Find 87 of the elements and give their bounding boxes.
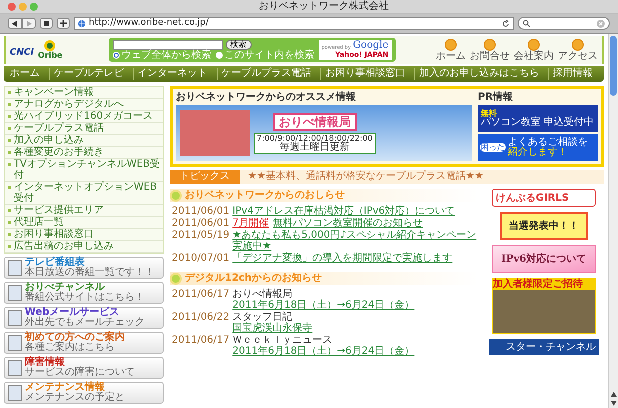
banner-schedule: 7:00/9:00/12:00/18:00/22:00 毎週土曜日更新 <box>254 132 376 154</box>
nav-link[interactable]: ケーブルプラス電話 <box>216 68 320 80</box>
down-arrow-icon <box>610 401 616 406</box>
search-field[interactable] <box>518 17 610 30</box>
sidebar-link[interactable]: インターネットオプションWEB受付 <box>5 182 163 205</box>
search-input[interactable] <box>112 40 223 50</box>
news-date: 2011/06/01 <box>172 206 230 217</box>
sidebar-banner[interactable]: Webメールサービス 外出先でもメールチェック <box>4 307 164 329</box>
sidebar-link[interactable]: キャンペーン情報 <box>5 87 163 99</box>
photo-placeholder <box>180 110 250 156</box>
close-button[interactable] <box>8 2 16 10</box>
news-title: スタッフ日記 <box>232 312 293 323</box>
news-link[interactable]: ★あなたも私も5,000円♪スペシャル紹介キャンペーン実施中★ <box>232 230 478 252</box>
news-link[interactable]: IPv4アドレス在庫枯渇対応（IPv6対応）について <box>232 206 456 217</box>
sidebar-link[interactable]: 代理店一覧 <box>5 217 163 229</box>
sidebar-link[interactable]: 各種変更のお手続き <box>5 147 163 159</box>
google-logo: Google <box>353 41 389 51</box>
header-link[interactable]: ホーム <box>436 38 466 62</box>
left-arrow-icon <box>12 20 18 26</box>
prize-banner[interactable]: 当選発表中！！ <box>500 212 588 240</box>
mascot-icon <box>44 40 56 52</box>
channel-banner[interactable]: スター・チャンネル <box>489 339 599 355</box>
right-arrow-icon <box>26 20 32 26</box>
sidebar-link[interactable]: 広告出稿のお申し込み <box>5 241 163 253</box>
sidebar-link[interactable]: サービス提供エリア <box>5 205 163 217</box>
back-button[interactable] <box>8 18 22 29</box>
sidebar-banner[interactable]: テレビ番組表 本日放送の番組一覧です！！ <box>4 257 164 279</box>
up-arrow-icon <box>610 392 616 397</box>
topics-label: トピックス <box>170 170 240 184</box>
nav-link[interactable]: 採用情報 <box>548 68 602 80</box>
globe-icon <box>78 20 86 28</box>
scroll-down-button[interactable] <box>609 399 618 408</box>
banner-title: おりべ情報局 <box>272 112 357 130</box>
news-tag-link[interactable]: 7月開催 <box>232 218 270 229</box>
news-link[interactable]: 2011年6月18日（土）→6月24日（金） <box>232 346 415 357</box>
reload-icon[interactable] <box>502 20 510 28</box>
section-title: PR情報 <box>478 92 514 103</box>
search-icon <box>523 20 531 28</box>
nav-link[interactable]: お困り事相談窓口 <box>320 68 414 80</box>
header-link[interactable]: お問合せ <box>470 38 510 62</box>
sidebar-link[interactable]: TVオプションチャンネルWEB受付 <box>5 159 163 182</box>
news-link[interactable]: 2011年6月18日（土）→6月24日（金） <box>232 300 415 311</box>
address-field[interactable]: http://www.oribe-net.co.jp/ <box>74 17 514 30</box>
sidebar-banner[interactable]: 障害情報 サービスの障害について <box>4 357 164 379</box>
bookmarks-button[interactable] <box>40 18 53 29</box>
url-text: http://www.oribe-net.co.jp/ <box>89 18 209 29</box>
news-title: おりべ情報局 <box>232 289 294 300</box>
logo-text: CNCI <box>10 46 34 60</box>
sidebar-banner[interactable]: メンテナンス情報 メンテナンスの予定と <box>4 382 164 404</box>
sidebar-link[interactable]: アナログからデジタルへ <box>5 99 163 111</box>
clear-icon[interactable] <box>597 20 605 28</box>
news-date: 2011/06/22 <box>172 312 230 325</box>
search-button[interactable]: 検索 <box>226 40 252 50</box>
scrollbar-thumb[interactable] <box>610 36 617 96</box>
movie-banner[interactable]: 加入者様限定ご招待 <box>492 278 596 334</box>
news-date: 2011/06/01 <box>172 218 230 229</box>
logo-text: Oribe <box>38 52 63 60</box>
sidebar-link[interactable]: ケーブルプラス電話 <box>5 123 163 135</box>
news-date: 2011/05/19 <box>172 230 230 243</box>
nav-link[interactable]: ホーム <box>6 68 49 80</box>
news-link[interactable]: 国宝虎渓山永保寺 <box>232 323 313 334</box>
news-link[interactable]: 「デジアナ変換」の導入を期間限定で実施します <box>232 253 453 264</box>
ipv6-banner[interactable]: IPv6対応について <box>492 245 596 273</box>
news-title: Ｗｅｅｋｌｙニュース <box>232 335 334 346</box>
header-link[interactable]: アクセス <box>558 38 598 62</box>
nav-link[interactable]: ケーブルテレビ <box>48 68 133 80</box>
sidebar-link[interactable]: お困り事相談窓口 <box>5 229 163 241</box>
girls-banner[interactable]: けんぶるGIRLS <box>492 189 596 207</box>
nav-link[interactable]: 加入のお申し込みはこちら <box>414 68 548 80</box>
news-date: 2010/07/01 <box>172 253 230 264</box>
section-title: おりベネットワークからのオススメ情報 <box>176 92 357 103</box>
news-date: 2011/06/17 <box>172 289 230 302</box>
window-title: おりベネットワーク株式会社 <box>259 0 389 12</box>
sidebar-banner[interactable]: おりべチャンネル 番組公式サイトはこちら！ <box>4 282 164 304</box>
add-bookmark-button[interactable] <box>57 18 70 29</box>
news-link[interactable]: 無料パソコン教室開催のお知らせ <box>273 218 424 229</box>
header-link[interactable]: 会社案内 <box>514 38 554 62</box>
tv-banner[interactable]: おりべ情報局 7:00/9:00/12:00/18:00/22:00 毎週土曜日更新 <box>176 105 472 161</box>
sidebar-banner[interactable]: 初めての方へのご案内 各種ご案内はこちら <box>4 332 164 354</box>
pr-banner[interactable]: 無料 パソコン教室 申込受付中 <box>478 105 598 132</box>
plus-icon <box>60 20 67 27</box>
news-date: 2011/06/17 <box>172 335 230 348</box>
nav-link[interactable]: インターネット <box>132 68 217 80</box>
sidebar-link[interactable]: 加入の申し込み <box>5 135 163 147</box>
scroll-up-button[interactable] <box>609 390 618 399</box>
ticker-text: ★★基本料、通話料が格安なケーブルプラス電話★★ <box>248 171 484 183</box>
sidebar-link[interactable]: 光ハイブリッド160メガコース <box>5 111 163 123</box>
